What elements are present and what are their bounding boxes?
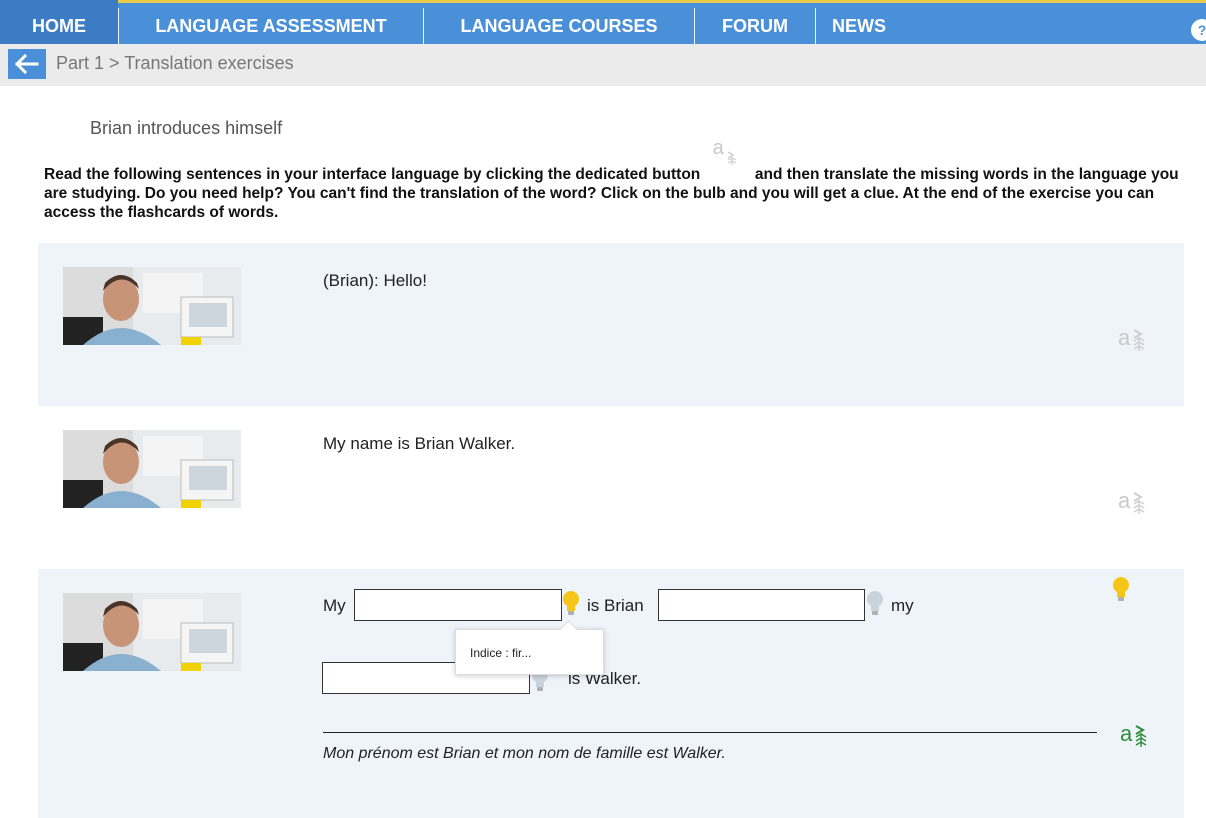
nav-language-courses[interactable]: LANGUAGE COURSES	[424, 0, 694, 44]
breadcrumb-bar: Part 1 > Translation exercises	[0, 44, 1206, 86]
answer-input-1[interactable]	[354, 589, 562, 621]
translate-arrow-icon	[1133, 492, 1145, 514]
nav-home[interactable]: HOME	[0, 0, 118, 44]
global-hint-bulb-icon[interactable]	[1110, 575, 1132, 603]
hint-bulb-icon[interactable]	[864, 589, 886, 617]
translate-arrow-icon	[727, 151, 736, 165]
top-navigation: HOME LANGUAGE ASSESSMENT LANGUAGE COURSE…	[0, 0, 1206, 44]
hint-bulb-icon[interactable]	[560, 589, 582, 617]
hint-tooltip: Indice : fir...	[455, 629, 604, 675]
help-icon[interactable]: ?	[1191, 19, 1206, 41]
translate-glyph-letter: a	[712, 137, 724, 159]
breadcrumb: Part 1 > Translation exercises	[56, 53, 294, 73]
nav-forum[interactable]: FORUM	[695, 0, 815, 44]
answer-input-2[interactable]	[658, 589, 865, 621]
translate-glyph-letter: a	[1118, 488, 1131, 513]
instructions-before: Read the following sentences in your int…	[44, 166, 701, 183]
translate-glyph-letter: a	[1118, 325, 1131, 350]
translation-text: Mon prénom est Brian et mon nom de famil…	[323, 745, 726, 762]
translate-arrow-icon	[1135, 725, 1147, 747]
exercise-row-3: My is Brian my is Walker. Indice : fir..…	[38, 569, 1184, 818]
nav-news[interactable]: NEWS	[816, 0, 902, 44]
translation-divider	[323, 732, 1097, 733]
speaker-photo	[63, 430, 241, 508]
sentence-word: My	[323, 596, 346, 615]
sentence-word: is Brian	[587, 596, 644, 615]
translate-glyph-letter: a	[1120, 721, 1133, 746]
nav-language-assessment[interactable]: LANGUAGE ASSESSMENT	[119, 0, 423, 44]
exercise-row-1: (Brian): Hello! a	[38, 243, 1184, 406]
speaker-photo	[63, 593, 241, 671]
speaker-photo	[63, 267, 241, 345]
sentence-text: My name is Brian Walker.	[323, 434, 516, 453]
translate-button[interactable]: a	[1118, 325, 1154, 357]
arrow-left-icon	[15, 54, 39, 74]
translate-button[interactable]: a	[1118, 488, 1154, 520]
back-button[interactable]	[8, 49, 46, 79]
translate-arrow-icon	[1133, 329, 1145, 351]
lesson-subtitle: Brian introduces himself	[90, 118, 283, 138]
translate-button-active[interactable]: a	[1120, 721, 1156, 753]
exercise-row-2: My name is Brian Walker. a	[38, 406, 1184, 569]
instructions-text: Read the following sentences in your int…	[44, 138, 1194, 222]
sentence-text: (Brian): Hello!	[323, 271, 427, 290]
sentence-word: my	[891, 596, 914, 615]
translate-icon: a	[705, 138, 751, 179]
